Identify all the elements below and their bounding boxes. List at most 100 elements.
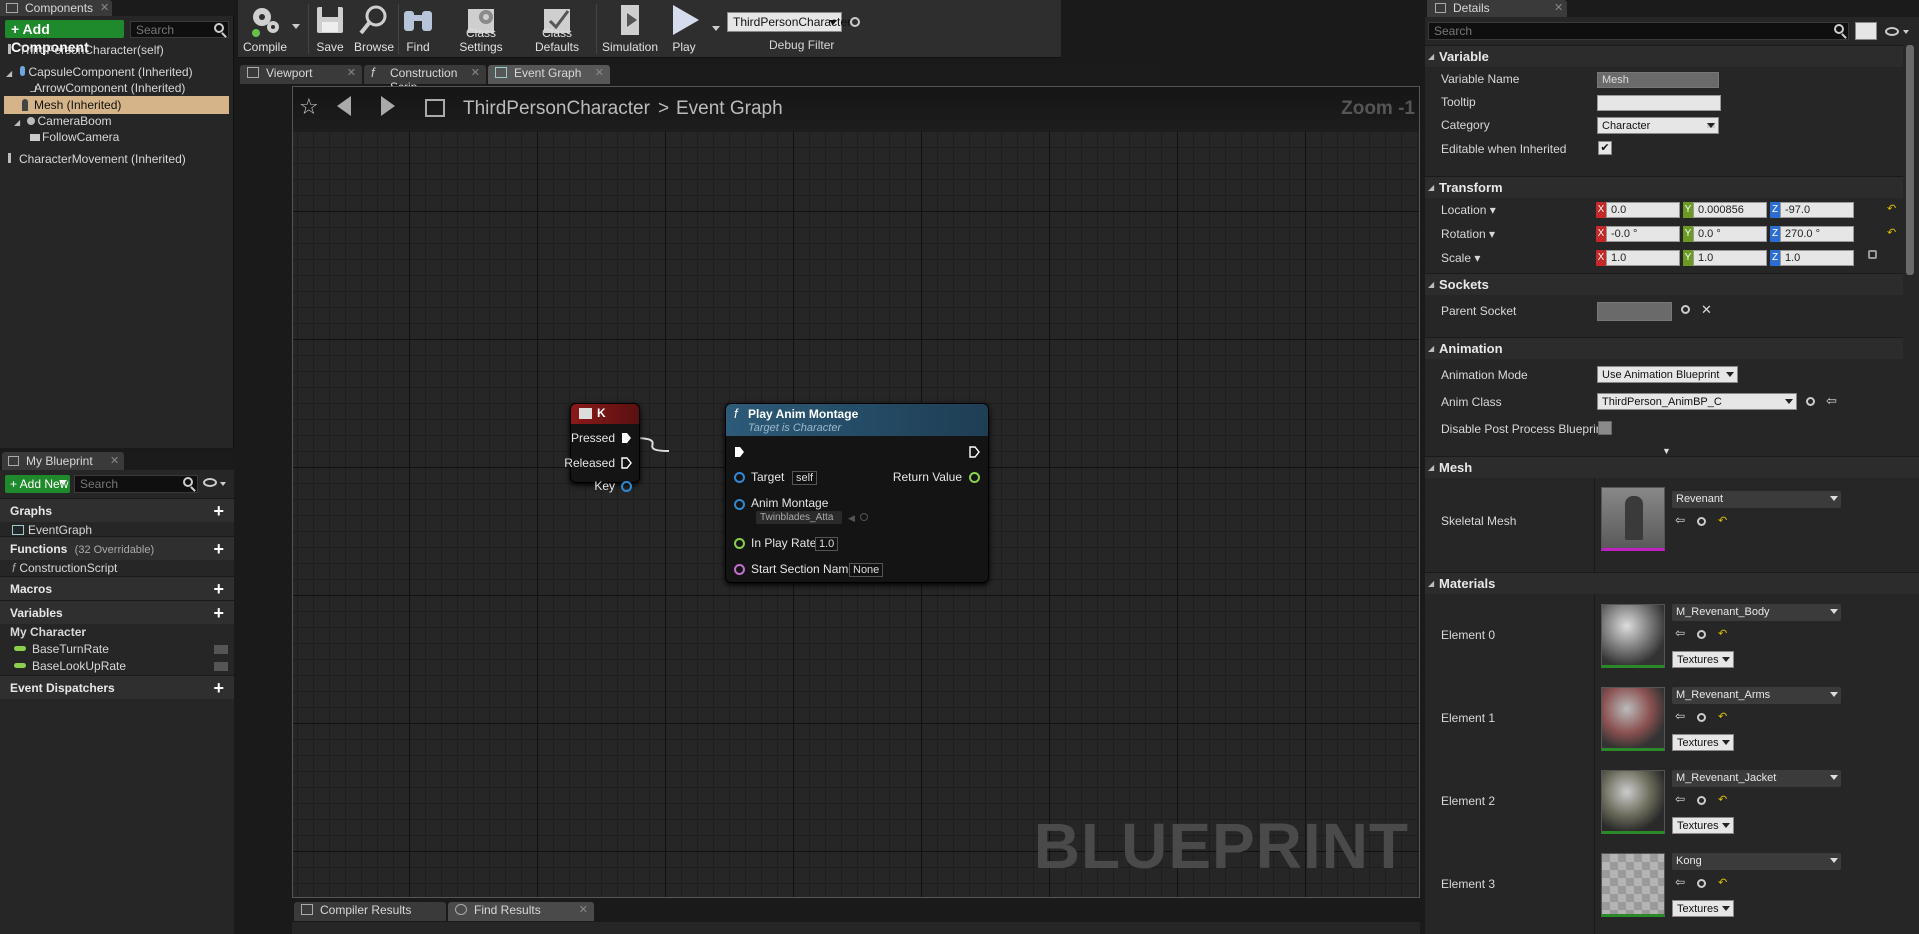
details-search-input[interactable]: Search (1428, 22, 1849, 40)
tab-construction-script[interactable]: f Construction Scrip ✕ (364, 65, 486, 94)
close-icon[interactable]: ✕ (100, 1, 109, 14)
material-thumbnail[interactable] (1601, 853, 1665, 917)
transform-section-header[interactable]: Transform (1425, 176, 1903, 199)
tab-event-graph[interactable]: Event Graph ✕ (488, 65, 610, 84)
tab-find-results[interactable]: Find Results ✕ (448, 902, 594, 921)
chevron-down-icon[interactable] (1903, 30, 1909, 34)
target-value[interactable]: self (792, 471, 818, 485)
tab-compiler-results[interactable]: Compiler Results (294, 902, 446, 921)
find-button[interactable]: Find (398, 0, 438, 56)
rotation-x-field[interactable]: -0.0 ° (1606, 226, 1680, 242)
material-select[interactable]: M_Revenant_Body (1672, 604, 1841, 621)
details-scrollbar[interactable] (1906, 45, 1914, 275)
eye-icon[interactable] (1885, 27, 1899, 36)
add-dispatcher-icon[interactable]: + (213, 676, 224, 700)
anim-class-select[interactable]: ThirdPerson_AnimBP_C (1597, 393, 1797, 410)
simulation-button[interactable]: Simulation (598, 0, 662, 56)
chevron-down-icon[interactable] (59, 480, 67, 485)
variable-name-field[interactable]: Mesh (1597, 72, 1719, 88)
use-selected-arrow-icon[interactable]: ⇦ (1675, 513, 1685, 527)
mesh-section-header[interactable]: Mesh (1425, 456, 1919, 479)
skeletal-mesh-select[interactable]: Revenant (1672, 491, 1841, 508)
textures-select[interactable]: Textures (1672, 734, 1734, 751)
close-icon[interactable]: ✕ (595, 66, 604, 79)
in-play-rate-value[interactable]: 1.0 (815, 537, 839, 551)
return-value-pin[interactable] (969, 472, 980, 483)
details-tab[interactable]: Details ✕ (1427, 0, 1567, 17)
scale-y-field[interactable]: 1.0 (1693, 250, 1767, 266)
scale-x-field[interactable]: 1.0 (1606, 250, 1680, 266)
reset-to-default-icon[interactable]: ↶ (1887, 202, 1896, 215)
search-icon[interactable] (1697, 796, 1706, 805)
tree-item-arrow[interactable]: ArrowComponent (Inherited) (0, 78, 233, 98)
chevron-down-icon[interactable] (712, 26, 720, 31)
search-icon[interactable] (1806, 397, 1815, 406)
variable-row[interactable]: BaseLookUpRate (0, 656, 234, 676)
use-selected-arrow-icon[interactable]: ⇦ (1675, 709, 1685, 723)
exec-pin-out[interactable] (969, 446, 980, 458)
close-icon[interactable]: ✕ (1554, 1, 1563, 14)
event-dispatchers-section-header[interactable]: Event Dispatchers + (0, 675, 234, 699)
materials-section-header[interactable]: Materials (1425, 572, 1919, 595)
search-icon[interactable] (1681, 305, 1690, 314)
material-select[interactable]: M_Revenant_Arms (1672, 687, 1841, 704)
close-icon[interactable]: ✕ (347, 66, 356, 79)
play-anim-montage-node[interactable]: f Play Anim Montage Target is Character … (725, 403, 989, 583)
search-icon[interactable] (1697, 713, 1706, 722)
clear-icon[interactable]: ✕ (1701, 302, 1712, 318)
debug-object-select[interactable]: ThirdPersonCharacter (727, 12, 851, 32)
start-section-value[interactable]: None (849, 563, 884, 577)
anim-montage-select[interactable]: Twinblades_Atta (756, 511, 842, 524)
textures-select[interactable]: Textures (1672, 651, 1734, 668)
anim-montage-pin[interactable] (734, 499, 745, 510)
chevron-down-icon[interactable] (220, 482, 226, 486)
location-y-field[interactable]: 0.000856 (1693, 202, 1767, 218)
class-defaults-button[interactable]: Class Defaults (521, 0, 593, 56)
close-icon[interactable]: ✕ (110, 454, 119, 467)
exec-pin-pressed[interactable] (621, 432, 632, 444)
lock-icon[interactable] (1868, 250, 1877, 259)
save-button[interactable]: Save (310, 0, 350, 56)
add-component-button[interactable]: + Add Component (5, 20, 124, 55)
tooltip-field[interactable] (1597, 95, 1721, 111)
compile-button[interactable]: Compile (240, 0, 290, 56)
close-icon[interactable]: ✕ (579, 903, 588, 916)
category-select[interactable]: Character (1597, 117, 1719, 134)
browse-asset-icon[interactable] (860, 513, 868, 521)
animation-mode-select[interactable]: Use Animation Blueprint (1597, 366, 1738, 383)
material-select[interactable]: M_Revenant_Jacket (1672, 770, 1841, 787)
class-settings-button[interactable]: Class Settings (443, 0, 519, 56)
reset-to-default-icon[interactable]: ↶ (1887, 226, 1896, 239)
reset-to-default-icon[interactable]: ↶ (1718, 514, 1727, 527)
tab-viewport[interactable]: Viewport ✕ (240, 65, 362, 84)
rotation-z-field[interactable]: 270.0 ° (1780, 226, 1854, 242)
functions-section-header[interactable]: Functions (32 Overridable) + (0, 536, 234, 560)
animation-section-header[interactable]: Animation (1425, 337, 1903, 360)
key-data-pin[interactable] (621, 481, 632, 492)
graph-canvas[interactable]: ☆ ThirdPersonCharacter > Event Graph Zoo… (292, 86, 1420, 898)
components-tab[interactable]: Components ✕ (0, 0, 112, 16)
chevron-down-icon[interactable] (292, 24, 300, 29)
textures-select[interactable]: Textures (1672, 817, 1734, 834)
start-section-pin[interactable] (734, 564, 745, 575)
add-macro-icon[interactable]: + (213, 577, 224, 601)
exec-pin-released[interactable] (621, 457, 632, 469)
material-thumbnail[interactable] (1601, 770, 1665, 834)
play-button[interactable]: Play (662, 0, 706, 56)
graphs-section-header[interactable]: Graphs + (0, 498, 234, 522)
location-z-field[interactable]: -97.0 (1780, 202, 1854, 218)
scale-z-field[interactable]: 1.0 (1780, 250, 1854, 266)
rotation-y-field[interactable]: 0.0 ° (1693, 226, 1767, 242)
reset-to-default-icon[interactable]: ↶ (1718, 793, 1727, 806)
search-icon[interactable] (1697, 517, 1706, 526)
macros-section-header[interactable]: Macros + (0, 576, 234, 600)
use-selected-arrow-icon[interactable]: ⇦ (1826, 393, 1837, 409)
expand-advanced-icon[interactable]: ▼ (1662, 446, 1671, 456)
material-thumbnail[interactable] (1601, 604, 1665, 668)
target-pin[interactable] (734, 472, 745, 483)
tree-item-charactermovement[interactable]: CharacterMovement (Inherited) (0, 149, 233, 169)
variables-section-header[interactable]: Variables + (0, 600, 234, 624)
use-selected-arrow-icon[interactable]: ⇦ (1675, 626, 1685, 640)
property-matrix-icon[interactable] (1855, 22, 1877, 40)
my-blueprint-tab[interactable]: My Blueprint ✕ (2, 452, 124, 470)
